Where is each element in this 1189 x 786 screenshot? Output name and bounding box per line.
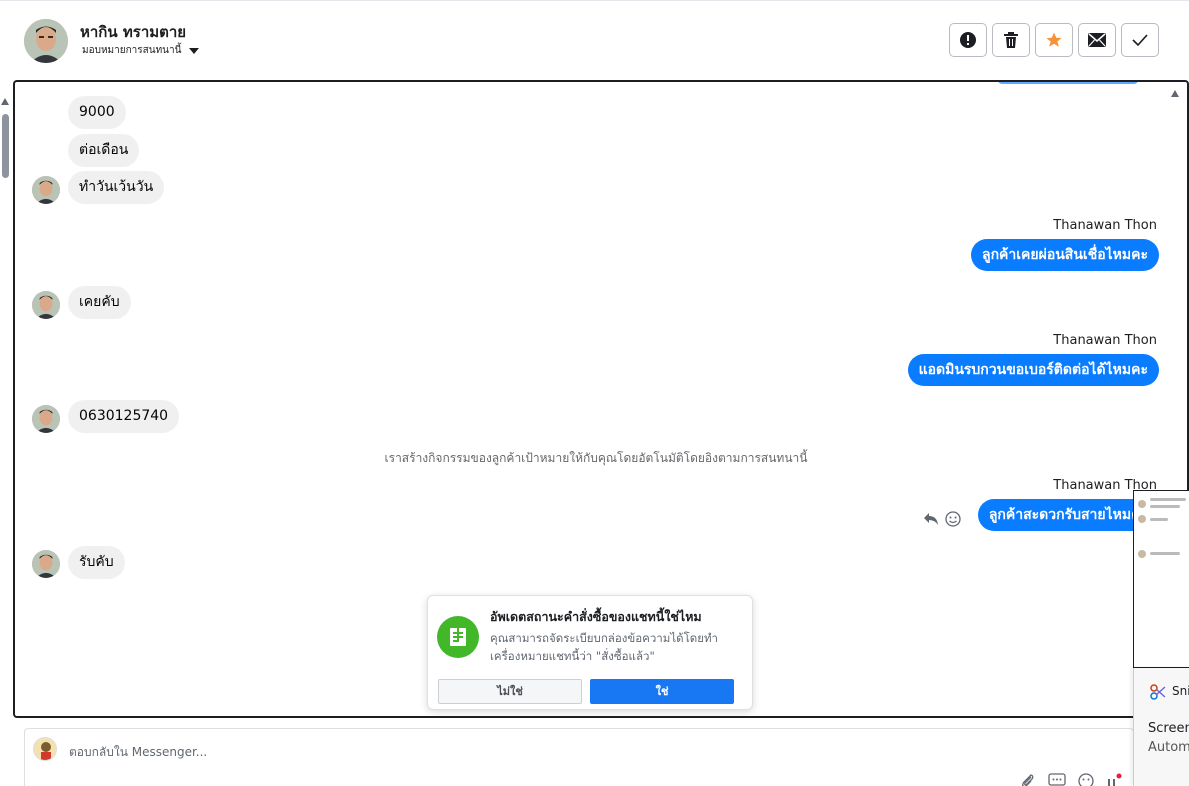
incoming-message[interactable]: เคยคับ (68, 286, 131, 319)
contact-name[interactable]: หากิน ทรามตาย (80, 20, 186, 44)
thumb-avatar (1138, 500, 1146, 508)
reply-composer[interactable]: ตอบกลับใน Messenger... (24, 728, 1134, 786)
snip-message-line: Autom (1148, 740, 1189, 755)
outgoing-message[interactable]: ลูกค้าเคยผ่อนสินเชื่อไหมคะ (970, 239, 1159, 271)
order-status-prompt: อัพเดตสถานะคำสั่งซื้อของแชทนี้ใช่ไหม คุณ… (427, 595, 753, 710)
incoming-message[interactable]: 9000 (68, 96, 126, 129)
delete-button[interactable] (992, 23, 1030, 57)
page-logo-icon (34, 738, 56, 760)
prompt-title: อัพเดตสถานะคำสั่งซื้อของแชทนี้ใช่ไหม (490, 609, 702, 624)
page-avatar (33, 737, 57, 761)
scroll-up-arrow-icon[interactable] (1, 98, 9, 105)
mark-unread-button[interactable] (1078, 23, 1116, 57)
person-photo-icon (32, 291, 60, 319)
sender-name: Thanawan Thon (1053, 218, 1157, 233)
bank-icon[interactable] (1106, 773, 1122, 786)
person-photo-icon (32, 550, 60, 578)
caret-down-icon (189, 47, 200, 54)
incoming-message[interactable]: 0630125740 (68, 400, 180, 433)
assign-conversation-dropdown[interactable]: มอบหมายการสนทนานี้ (82, 43, 200, 58)
person-photo-icon (24, 19, 68, 63)
attachment-icon[interactable] (1020, 773, 1036, 786)
outgoing-message[interactable]: แอดมินรบกวนขอเบอร์ติดต่อได้ไหมคะ (907, 354, 1159, 386)
check-icon (1132, 34, 1148, 47)
outgoing-message[interactable]: ลูกค้าสะดวกรับสายไหมคะ (977, 499, 1159, 531)
page-scrollbar-thumb[interactable] (2, 114, 9, 178)
contact-avatar[interactable] (24, 19, 68, 63)
alert-icon (960, 32, 976, 48)
header-actions (949, 23, 1159, 57)
incoming-message[interactable]: ต่อเดือน (68, 134, 140, 167)
star-icon (1046, 32, 1062, 47)
contact-avatar-small (32, 176, 60, 204)
thumb-avatar (1138, 515, 1146, 523)
reply-input[interactable]: ตอบกลับใน Messenger... (69, 743, 207, 762)
trash-icon (1004, 32, 1018, 48)
thumb-line (1150, 518, 1168, 521)
emoji-react-icon[interactable] (945, 511, 961, 527)
previous-outgoing-bubble-edge (998, 82, 1138, 84)
assign-label: มอบหมายการสนทนานี้ (82, 45, 182, 56)
snip-app-name: Sni (1172, 684, 1189, 698)
snip-message-line: Screen (1148, 721, 1189, 736)
thumb-line (1150, 505, 1180, 508)
contact-avatar-small (32, 550, 60, 578)
message-hover-tools (923, 511, 961, 527)
no-button[interactable]: ไม่ใช่ (438, 679, 582, 704)
screenshot-preview-thumbnail[interactable] (1133, 490, 1189, 668)
thumb-line (1150, 552, 1180, 555)
receipt-icon (437, 616, 479, 658)
emoji-icon[interactable] (1078, 773, 1094, 786)
thumb-avatar (1138, 550, 1146, 558)
contact-avatar-small (32, 405, 60, 433)
conversation-header: หากิน ทรามตาย มอบหมายการสนทนานี้ (0, 0, 1189, 80)
snipping-tool-icon (1150, 684, 1166, 700)
message-thread[interactable]: 9000 ต่อเดือน ทำวันเว้นวัน Thanawan Thon… (13, 80, 1189, 718)
saved-replies-icon[interactable] (1048, 773, 1066, 786)
snipping-tool-notification[interactable]: Sni Screen Autom (1133, 668, 1189, 786)
yes-button[interactable]: ใช่ (590, 679, 734, 704)
composer-toolbar (1020, 773, 1122, 786)
thread-scroll-up-arrow-icon[interactable] (1171, 90, 1179, 97)
reply-icon[interactable] (923, 512, 939, 526)
sender-name: Thanawan Thon (1053, 333, 1157, 348)
contact-avatar-small (32, 291, 60, 319)
prompt-description: คุณสามารถจัดระเบียบกล่องข้อความได้โดยทำเ… (490, 631, 719, 663)
envelope-icon (1088, 33, 1106, 47)
person-photo-icon (32, 176, 60, 204)
incoming-message[interactable]: ทำวันเว้นวัน (68, 171, 165, 204)
star-button[interactable] (1035, 23, 1073, 57)
person-photo-icon (32, 405, 60, 433)
incoming-message[interactable]: รับคับ (68, 546, 125, 579)
mark-spam-button[interactable] (949, 23, 987, 57)
system-note: เราสร้างกิจกรรมของลูกค้าเป้าหมายให้กับคุ… (384, 451, 808, 465)
thumb-line (1150, 498, 1186, 501)
mark-done-button[interactable] (1121, 23, 1159, 57)
